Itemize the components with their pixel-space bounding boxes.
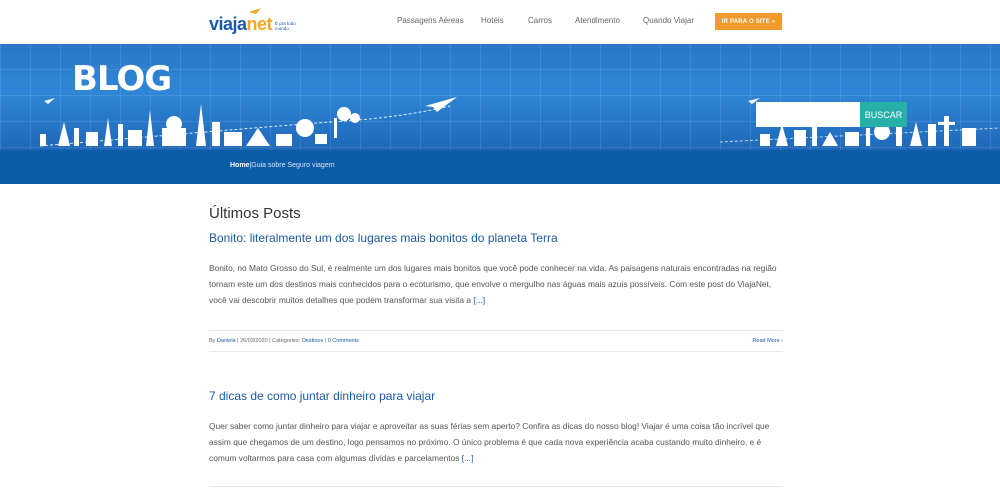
post-excerpt-text: Bonito, no Mato Grosso do Sul, é realmen…: [209, 263, 777, 305]
post-title-link[interactable]: Bonito: literalmente um dos lugares mais…: [209, 231, 558, 245]
post-meta: By Daniela | 26/03/2020 | Categories: De…: [209, 338, 359, 344]
blog-banner: BLOG BUSCAR: [0, 44, 1000, 150]
blog-search-input[interactable]: [756, 102, 860, 127]
breadcrumb-home-link[interactable]: Home: [230, 162, 249, 169]
breadcrumb-bar: Home|Guia sobre Seguro viagem: [0, 150, 1000, 184]
read-more-link[interactable]: Read More ›: [752, 338, 783, 344]
nav-carros[interactable]: Carros: [528, 16, 552, 25]
breadcrumb-current: Guia sobre Seguro viagem: [251, 162, 335, 169]
post-date: 26/03/2020: [240, 338, 268, 344]
post-more-link[interactable]: [...]: [473, 295, 485, 305]
airplane-icon: [44, 97, 760, 112]
comments-link[interactable]: 0 Comments: [328, 338, 359, 344]
search-button[interactable]: BUSCAR: [860, 102, 907, 127]
meta-separator: |: [269, 338, 271, 344]
meta-separator: |: [237, 338, 239, 344]
categories-label: Categories:: [272, 338, 301, 344]
post-excerpt: Quer saber como juntar dinheiro para via…: [209, 418, 783, 466]
nav-quando-viajar[interactable]: Quando Viajar: [643, 16, 694, 25]
post-divider: [209, 486, 783, 487]
breadcrumb: Home|Guia sobre Seguro viagem: [230, 162, 335, 169]
author-link[interactable]: Daniela: [217, 338, 236, 344]
top-navigation-bar: viajanet É pra todo mundo. Passagens Aér…: [0, 0, 1000, 44]
go-to-site-button[interactable]: IR PARA O SITE »: [715, 13, 782, 30]
post-title-link[interactable]: 7 dicas de como juntar dinheiro para via…: [209, 389, 435, 403]
category-link[interactable]: Destinos: [302, 338, 323, 344]
logo-plane-icon: [249, 8, 261, 14]
meta-separator: |: [324, 338, 327, 344]
post-more-link[interactable]: [...]: [462, 453, 474, 463]
nav-atendimento[interactable]: Atendimento: [575, 16, 620, 25]
post-excerpt-text: Quer saber como juntar dinheiro para via…: [209, 421, 770, 463]
meta-by: By: [209, 338, 216, 344]
post-excerpt: Bonito, no Mato Grosso do Sul, é realmen…: [209, 260, 783, 308]
post-meta-row: By Daniela | 26/03/2020 | Categories: De…: [209, 330, 783, 352]
nav-passagens-aereas[interactable]: Passagens Aéreas: [397, 16, 464, 25]
nav-hoteis[interactable]: Hotéis: [481, 16, 504, 25]
main-nav: Passagens Aéreas Hotéis Carros Atendimen…: [0, 16, 1000, 30]
section-title: Últimos Posts: [209, 205, 301, 222]
